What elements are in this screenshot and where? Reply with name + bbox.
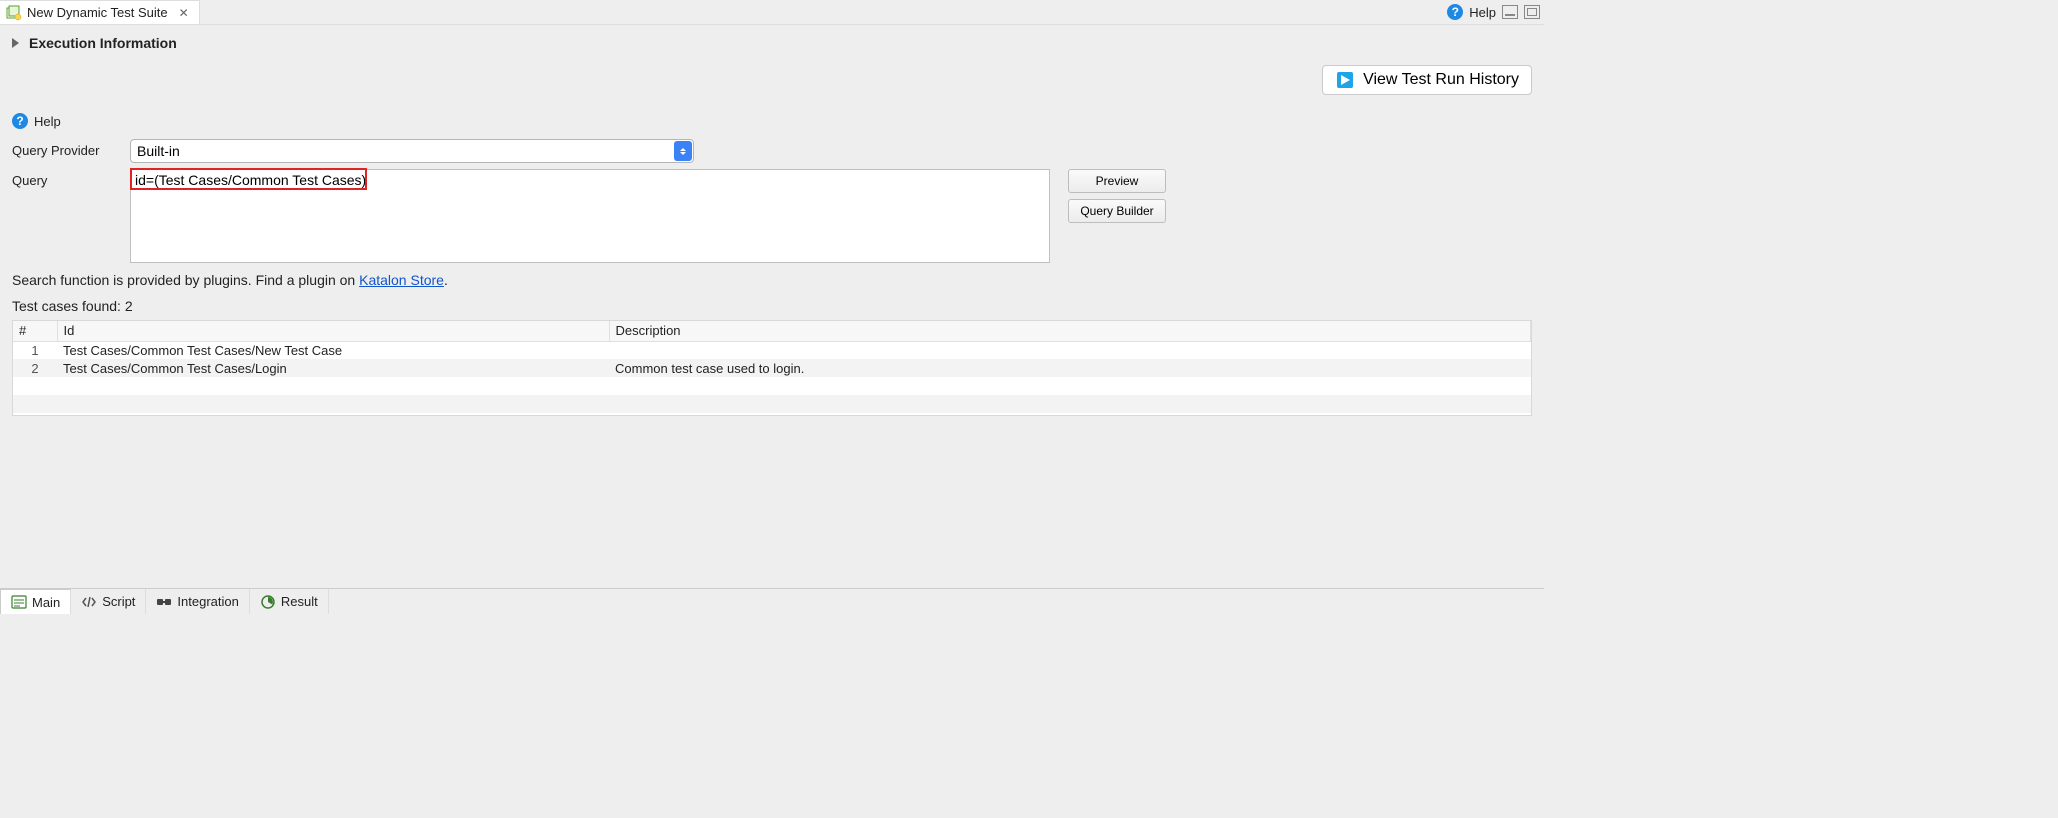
inline-help-label: Help: [34, 114, 61, 129]
tab-integration-label: Integration: [177, 594, 238, 609]
query-provider-label: Query Provider: [12, 139, 116, 158]
tab-result-label: Result: [281, 594, 318, 609]
query-side-buttons: Preview Query Builder: [1068, 169, 1166, 223]
found-prefix: Test cases found:: [12, 298, 125, 314]
query-provider-row: Query Provider Built-in: [12, 139, 1532, 163]
cell-num: 2: [13, 359, 57, 377]
view-history-button[interactable]: View Test Run History: [1322, 65, 1532, 95]
results-table-wrap: # Id Description 1 Test Cases/Common Tes…: [12, 320, 1532, 416]
execution-info-section-header[interactable]: Execution Information: [0, 24, 1544, 57]
tab-integration[interactable]: Integration: [146, 589, 249, 614]
table-row[interactable]: 1 Test Cases/Common Test Cases/New Test …: [13, 341, 1531, 359]
hint-suffix: .: [444, 272, 448, 288]
query-textarea[interactable]: [130, 169, 1050, 263]
results-table: # Id Description 1 Test Cases/Common Tes…: [13, 321, 1531, 413]
tab-script-label: Script: [102, 594, 135, 609]
plugin-hint: Search function is provided by plugins. …: [12, 272, 1532, 288]
test-suite-icon: [6, 5, 22, 21]
query-label: Query: [12, 169, 116, 188]
close-icon[interactable]: ✕: [179, 6, 189, 20]
script-icon: [81, 594, 97, 610]
query-provider-select[interactable]: Built-in: [130, 139, 694, 163]
toolbar-help-label[interactable]: Help: [1469, 5, 1496, 20]
cell-id: Test Cases/Common Test Cases/Login: [57, 359, 609, 377]
view-history-label: View Test Run History: [1363, 71, 1519, 89]
result-icon: [260, 594, 276, 610]
table-row: [13, 377, 1531, 395]
editor-tab-title: New Dynamic Test Suite: [27, 5, 168, 20]
found-count: 2: [125, 298, 133, 314]
integration-icon: [156, 594, 172, 610]
tab-script[interactable]: Script: [71, 589, 146, 614]
katalon-store-link[interactable]: Katalon Store: [359, 272, 444, 288]
help-icon[interactable]: ?: [1447, 4, 1463, 20]
query-provider-select-wrap: Built-in: [130, 139, 694, 163]
history-icon: [1335, 70, 1355, 90]
cell-desc: Common test case used to login.: [609, 359, 1531, 377]
table-row[interactable]: 2 Test Cases/Common Test Cases/Login Com…: [13, 359, 1531, 377]
execution-info-title: Execution Information: [29, 35, 177, 51]
bottom-tab-bar: Main Script Integration Re: [0, 588, 1544, 614]
col-header-desc[interactable]: Description: [609, 321, 1531, 341]
maximize-icon[interactable]: [1524, 5, 1540, 19]
main-icon: [11, 594, 27, 610]
tab-result[interactable]: Result: [250, 589, 329, 614]
body-panel: View Test Run History ? Help Query Provi…: [0, 57, 1544, 418]
table-row: [13, 395, 1531, 413]
cell-desc: [609, 341, 1531, 359]
table-header-row: # Id Description: [13, 321, 1531, 341]
query-row: Query Preview Query Builder: [12, 169, 1532, 266]
inline-help[interactable]: ? Help: [12, 113, 1532, 129]
tab-main[interactable]: Main: [0, 589, 71, 614]
chevron-right-icon: [12, 38, 19, 48]
preview-button[interactable]: Preview: [1068, 169, 1166, 193]
hint-prefix: Search function is provided by plugins. …: [12, 272, 359, 288]
test-cases-found: Test cases found: 2: [12, 298, 1532, 314]
editor-tab[interactable]: New Dynamic Test Suite ✕: [0, 0, 200, 24]
col-header-id[interactable]: Id: [57, 321, 609, 341]
col-header-num[interactable]: #: [13, 321, 57, 341]
tab-main-label: Main: [32, 595, 60, 610]
minimize-icon[interactable]: [1502, 5, 1518, 19]
cell-id: Test Cases/Common Test Cases/New Test Ca…: [57, 341, 609, 359]
query-builder-button[interactable]: Query Builder: [1068, 199, 1166, 223]
editor-tab-strip: New Dynamic Test Suite ✕ ? Help: [0, 0, 1544, 24]
tab-strip-right-controls: ? Help: [1447, 0, 1540, 24]
cell-num: 1: [13, 341, 57, 359]
help-icon: ?: [12, 113, 28, 129]
